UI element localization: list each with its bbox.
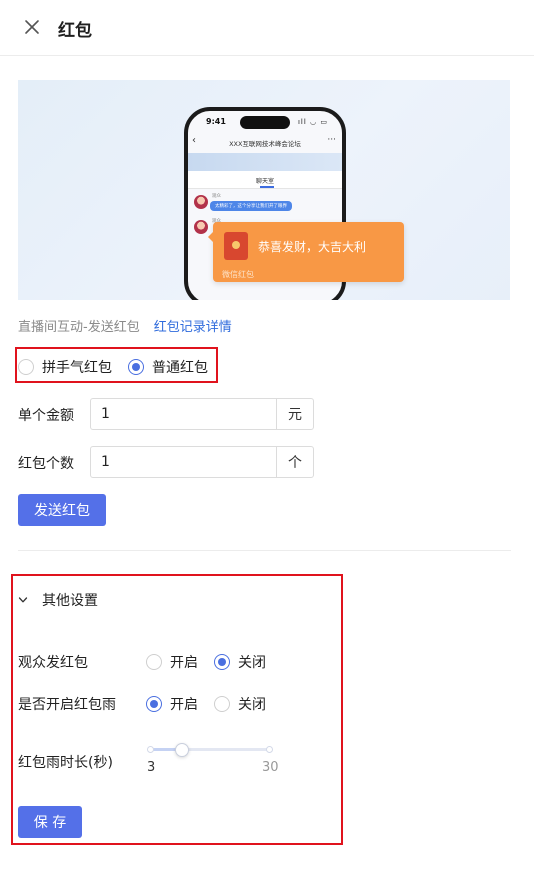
- avatar: [194, 195, 208, 209]
- rain-enabled-group: 开启 关闭: [146, 694, 266, 714]
- rain-duration-label: 红包雨时长(秒): [18, 755, 113, 771]
- amount-input-group: 元: [90, 398, 314, 430]
- send-red-packet-button[interactable]: 发送红包: [18, 494, 106, 526]
- audience-send-label: 观众发红包: [18, 655, 88, 671]
- slider-max-value: 30: [262, 760, 279, 775]
- avatar: [194, 220, 208, 234]
- slider-max-dot: [266, 746, 273, 753]
- amount-unit: 元: [276, 399, 313, 429]
- count-input[interactable]: [91, 447, 276, 477]
- radio-label: 关闭: [238, 697, 266, 713]
- radio-normal-packet[interactable]: 普通红包: [128, 357, 208, 377]
- radio-circle-selected[interactable]: [146, 696, 162, 712]
- red-packet-source: 微信红包: [222, 270, 254, 279]
- room-title: XXX互联网技术峰会论坛: [229, 140, 301, 148]
- records-link[interactable]: 红包记录详情: [154, 320, 232, 335]
- red-packet-card: 恭喜发财，大吉大利 微信红包: [208, 222, 404, 282]
- phone-tabbar: 聊天室: [188, 171, 342, 189]
- header: 红包: [0, 0, 534, 56]
- packet-type-group: 拼手气红包 普通红包: [18, 357, 208, 377]
- section-label: 直播间互动-发送红包: [18, 320, 140, 335]
- phone-status-icons: ıll ◡ ▭: [297, 118, 328, 126]
- other-settings-title: 其他设置: [42, 593, 98, 609]
- rain-duration-slider[interactable]: [147, 743, 273, 757]
- preview-image: 9:41 ıll ◡ ▭ ‹ XXX互联网技术峰会论坛 ··· 聊天室 观众 太…: [18, 80, 510, 300]
- radio-label: 普通红包: [152, 360, 208, 376]
- preview-caption: 直播间互动-发送红包 红包记录详情: [18, 316, 232, 335]
- radio-label: 关闭: [238, 655, 266, 671]
- red-packet-icon: [224, 232, 248, 260]
- chat-username: 观众: [212, 194, 221, 199]
- slider-thumb[interactable]: [175, 743, 189, 757]
- chat-bubble: 太精彩了，这个分享让我们开了眼界: [210, 201, 292, 211]
- radio-circle-selected[interactable]: [214, 654, 230, 670]
- radio-rain-off[interactable]: 关闭: [214, 694, 266, 714]
- save-button[interactable]: 保 存: [18, 806, 82, 838]
- chat-tab: 聊天室: [255, 178, 274, 185]
- close-icon[interactable]: [22, 17, 42, 37]
- radio-circle-selected[interactable]: [128, 359, 144, 375]
- phone-nav: ‹ XXX互联网技术峰会论坛 ···: [188, 133, 342, 153]
- page-title: 红包: [58, 21, 92, 41]
- radio-circle[interactable]: [214, 696, 230, 712]
- phone-time: 9:41: [206, 117, 226, 126]
- radio-circle[interactable]: [146, 654, 162, 670]
- radio-lucky-packet[interactable]: 拼手气红包: [18, 357, 112, 377]
- slider-min-value: 3: [147, 760, 156, 775]
- rain-enabled-label: 是否开启红包雨: [18, 697, 116, 713]
- more-icon: ···: [327, 135, 336, 145]
- radio-label: 开启: [170, 697, 198, 713]
- red-packet-greeting: 恭喜发财，大吉大利: [258, 240, 367, 254]
- audience-send-group: 开启 关闭: [146, 652, 266, 672]
- radio-label: 开启: [170, 655, 198, 671]
- radio-audience-on[interactable]: 开启: [146, 652, 198, 672]
- amount-input[interactable]: [91, 399, 276, 429]
- count-label: 红包个数: [18, 456, 74, 472]
- tab-indicator: [260, 186, 274, 188]
- divider: [18, 550, 511, 551]
- phone-banner: [188, 153, 342, 171]
- chevron-down-icon: [18, 597, 28, 603]
- radio-label: 拼手气红包: [42, 360, 112, 376]
- radio-audience-off[interactable]: 关闭: [214, 652, 266, 672]
- radio-circle[interactable]: [18, 359, 34, 375]
- amount-label: 单个金额: [18, 408, 74, 424]
- radio-rain-on[interactable]: 开启: [146, 694, 198, 714]
- dynamic-island: [240, 116, 290, 129]
- count-input-group: 个: [90, 446, 314, 478]
- count-unit: 个: [276, 447, 313, 477]
- other-settings-toggle[interactable]: 其他设置: [18, 590, 98, 610]
- slider-min-dot: [147, 746, 154, 753]
